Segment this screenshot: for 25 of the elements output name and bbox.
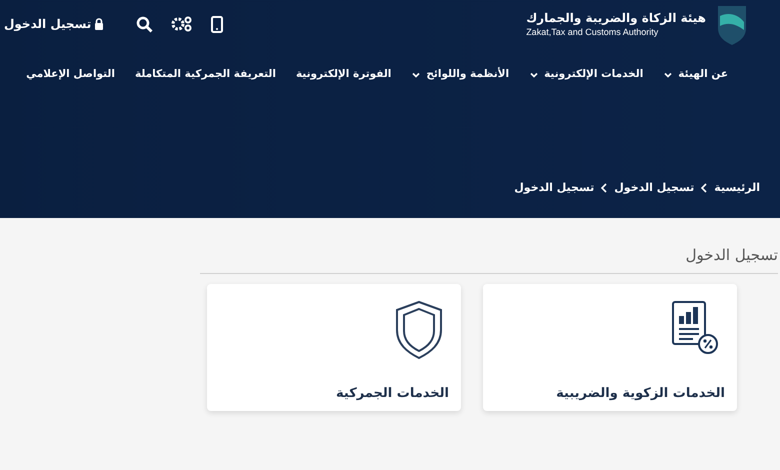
search-icon[interactable] (136, 16, 154, 32)
nav-item[interactable]: الأنظمة واللوائح (411, 67, 510, 83)
chevron-left-icon (700, 182, 708, 193)
nav-item[interactable]: عن الهيئة (663, 67, 728, 83)
lock-icon (94, 18, 104, 30)
card-title: الخدمات الجمركية (335, 384, 449, 402)
section-title: تسجيل الدخول (200, 244, 778, 274)
org-name-english: Zakat,Tax and Customs Authority (526, 26, 658, 38)
nav-item[interactable]: الفوترة الإلكترونية (296, 67, 392, 83)
service-card[interactable]: الخدمات الزكوية والضريبية (483, 284, 737, 410)
card-title: الخدمات الزكوية والضريبية (555, 384, 725, 402)
login-link[interactable]: تسجيل الدخول (4, 15, 104, 33)
report-percent-icon (671, 300, 719, 354)
nav-item[interactable]: الخدمات الإلكترونية (529, 67, 644, 83)
shield-icon (395, 300, 443, 360)
gears-icon[interactable] (171, 16, 194, 32)
nav-item[interactable]: التواصل الإعلامي (26, 67, 115, 83)
nav-item[interactable]: التعريفة الجمركية المتكاملة (134, 67, 276, 83)
org-name: هيئة الزكاة والضريبة والجمارك (526, 10, 706, 26)
mobile-icon[interactable] (211, 16, 224, 32)
service-card[interactable]: الخدمات الجمركية (207, 284, 461, 410)
breadcrumb-item[interactable]: الرئيسية (714, 180, 760, 196)
breadcrumb-item[interactable]: تسجيل الدخول (514, 180, 594, 196)
chevron-left-icon (600, 182, 608, 193)
breadcrumb-item[interactable]: تسجيل الدخول (614, 180, 694, 196)
